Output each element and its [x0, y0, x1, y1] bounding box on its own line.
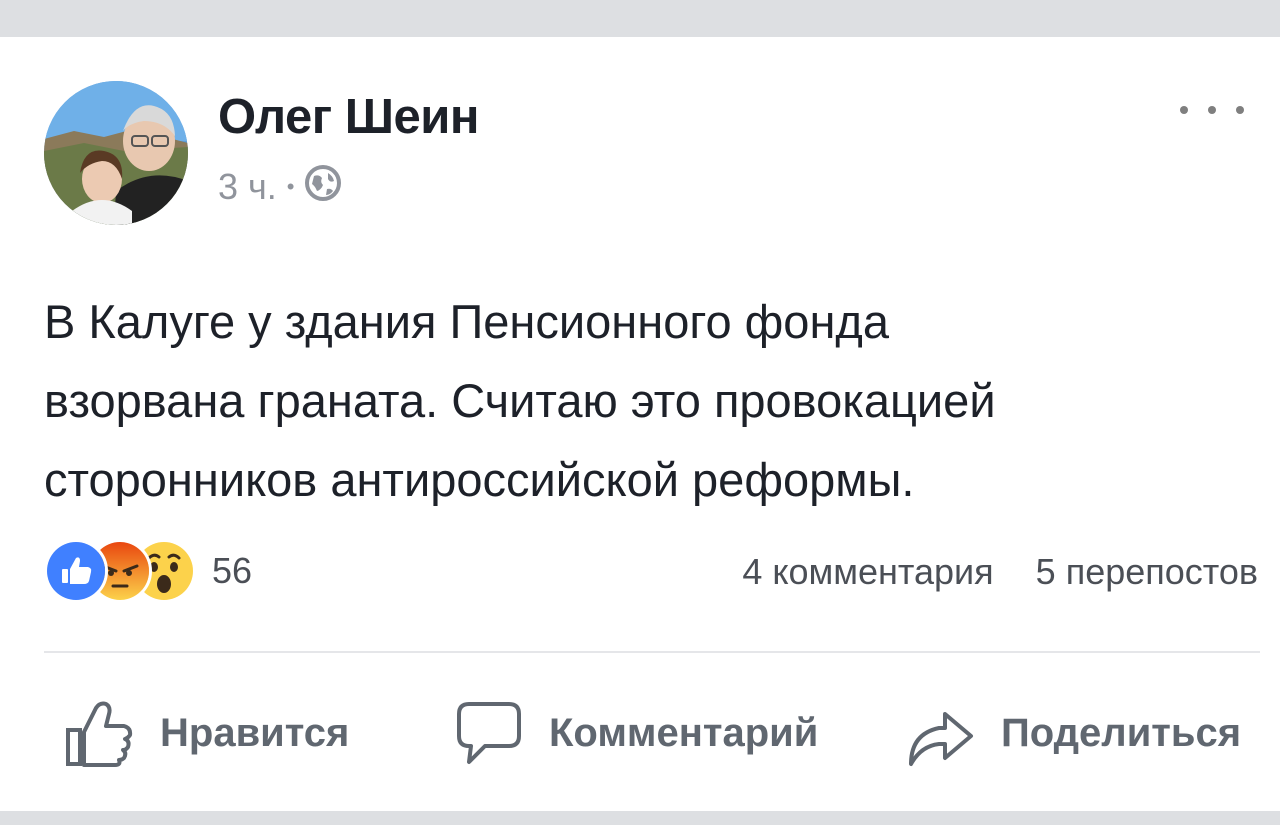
- post-text: В Калуге у здания Пенсионного фонда взор…: [44, 282, 1264, 519]
- more-options-icon[interactable]: [1180, 95, 1244, 125]
- comment-label: Комментарий: [549, 710, 819, 755]
- comment-button[interactable]: Комментарий: [455, 693, 818, 773]
- actions-divider: [44, 651, 1260, 653]
- post-time[interactable]: 3 ч.: [218, 166, 277, 208]
- post-meta: 3 ч. •: [218, 164, 342, 208]
- like-button[interactable]: Нравится: [64, 693, 349, 773]
- share-button[interactable]: Поделиться: [905, 693, 1241, 773]
- globe-icon[interactable]: [304, 164, 342, 211]
- post-text-line: В Калуге у здания Пенсионного фонда: [44, 295, 889, 348]
- meta-separator: •: [286, 174, 295, 199]
- reactions-summary[interactable]: 56: [44, 539, 252, 603]
- reaction-count: 56: [212, 550, 253, 591]
- post-card: Олег Шеин 3 ч. • В Калуге у здания Пенси…: [0, 37, 1280, 811]
- like-reaction-icon: [44, 539, 108, 603]
- like-label: Нравится: [160, 710, 350, 755]
- share-label: Поделиться: [1001, 710, 1242, 755]
- author-name[interactable]: Олег Шеин: [218, 89, 479, 145]
- action-bar: Нравится Комментарий Поделиться: [0, 693, 1280, 773]
- shares-count[interactable]: 5 перепостов: [1036, 551, 1258, 593]
- speech-bubble-icon: [455, 698, 549, 768]
- post-stats: 4 комментария 5 перепостов: [742, 550, 1258, 594]
- post-text-line: сторонников антироссийской реформы.: [44, 453, 915, 506]
- post-text-line: взорвана граната. Считаю это провокацией: [44, 374, 996, 427]
- author-avatar[interactable]: [44, 81, 188, 225]
- share-arrow-icon: [905, 698, 1001, 768]
- comments-count[interactable]: 4 комментария: [742, 551, 993, 593]
- thumbs-up-icon: [64, 698, 160, 768]
